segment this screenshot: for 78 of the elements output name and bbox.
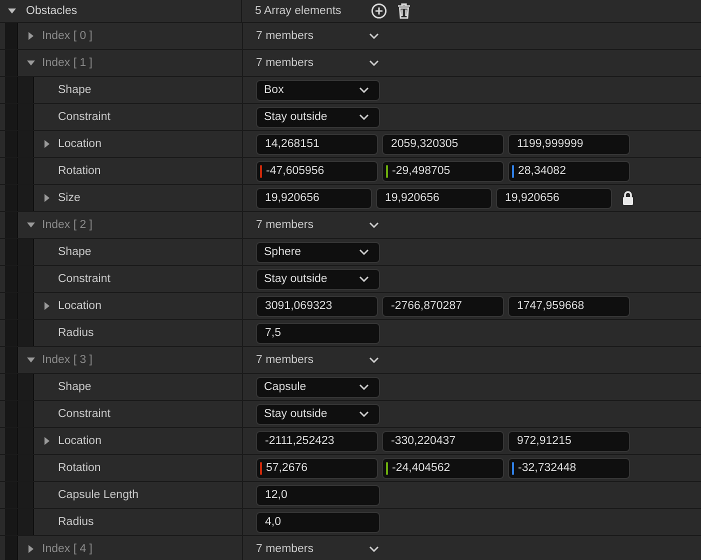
triangle-icon[interactable] [27,356,35,364]
number-field[interactable]: 972,91215 [508,430,630,452]
number-field[interactable]: 2059,320305 [382,134,504,154]
number-field[interactable]: 7,5 [256,322,380,344]
number-field[interactable]: 4,0 [256,512,380,532]
property-label: Constraint [58,408,110,420]
property-label: Location [58,300,102,312]
members-summary: 7 members [256,219,315,231]
index-label: Index [ 1 ] [42,57,93,69]
property-label: Constraint [58,273,110,285]
dropdown[interactable]: Capsule [256,376,380,398]
number-field[interactable]: 19,920656 [256,188,372,208]
property-label: Capsule Length [58,489,139,501]
triangle-icon[interactable] [27,221,35,229]
property-label: Location [58,138,102,150]
index-label: Index [ 2 ] [42,219,93,231]
chevron-icon[interactable] [369,546,379,552]
triangle-icon[interactable] [43,194,51,202]
chevron-icon[interactable] [369,357,379,363]
dropdown[interactable]: Stay outside [256,268,380,290]
triangle-icon[interactable] [43,140,51,148]
number-field[interactable]: 57,2676 [256,458,378,478]
array-summary: 5 Array elements [255,5,342,17]
number-field[interactable]: -32,732448 [508,458,630,478]
number-field[interactable]: 28,34082 [508,160,630,182]
dropdown[interactable]: Box [256,80,380,100]
members-summary: 7 members [256,354,315,366]
members-summary: 7 members [256,30,315,42]
members-summary: 7 members [256,543,315,555]
number-field[interactable]: 3091,069323 [256,296,378,316]
dropdown[interactable]: Stay outside [256,404,380,424]
dropdown[interactable]: Sphere [256,242,380,262]
chevron-icon [359,87,369,93]
property-label: Radius [58,327,94,339]
chevron-icon[interactable] [369,60,379,66]
number-field[interactable]: 14,268151 [256,134,378,154]
triangle-icon[interactable] [27,32,35,40]
triangle-icon[interactable] [8,7,16,15]
number-field[interactable]: -29,498705 [382,160,504,182]
trash-icon[interactable] [397,3,412,19]
property-label: Rotation [58,165,101,177]
number-field[interactable]: -47,605956 [256,160,378,182]
property-label: Size [58,192,80,204]
lock-icon[interactable] [622,191,634,205]
number-field[interactable]: 19,920656 [376,188,492,208]
property-label: Rotation [58,462,101,474]
property-label: Location [58,435,102,447]
number-field[interactable]: 1199,999999 [508,134,630,154]
number-field[interactable]: 1747,959668 [508,296,630,316]
property-label: Shape [58,246,92,258]
number-field[interactable]: -24,404562 [382,458,504,478]
add-icon[interactable] [371,3,388,19]
index-label: Index [ 3 ] [42,354,93,366]
chevron-icon [359,114,369,120]
chevron-icon[interactable] [369,33,379,39]
number-field[interactable]: -330,220437 [382,430,504,452]
number-field[interactable]: 19,920656 [496,188,612,208]
property-label: Constraint [58,111,110,123]
dropdown[interactable]: Stay outside [256,106,380,128]
chevron-icon [359,411,369,417]
property-label: Shape [58,381,92,393]
property-label: Shape [58,84,92,96]
chevron-icon[interactable] [369,222,379,228]
index-label: Index [ 4 ] [42,543,93,555]
triangle-icon[interactable] [27,545,35,553]
members-summary: 7 members [256,57,315,69]
property-label: Obstacles [26,5,78,17]
triangle-icon[interactable] [43,302,51,310]
number-field[interactable]: -2111,252423 [256,430,378,452]
chevron-icon [359,384,369,390]
triangle-icon[interactable] [27,59,35,67]
number-field[interactable]: 12,0 [256,484,380,506]
index-label: Index [ 0 ] [42,30,93,42]
chevron-icon [359,276,369,282]
number-field[interactable]: -2766,870287 [382,296,504,316]
triangle-icon[interactable] [43,437,51,445]
chevron-icon [359,249,369,255]
property-label: Radius [58,516,94,528]
